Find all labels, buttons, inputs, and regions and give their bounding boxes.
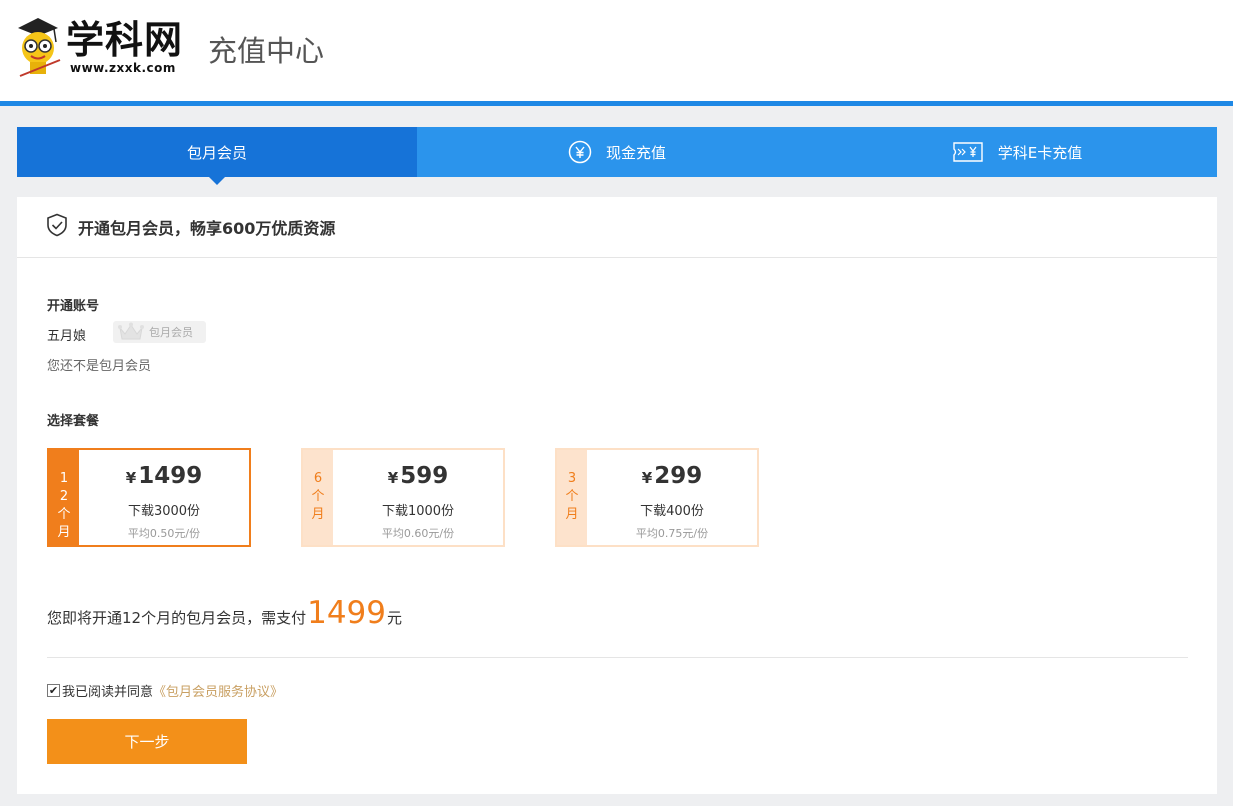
agreement-checkbox[interactable]: ✔ bbox=[47, 684, 60, 697]
tab-ecard-recharge[interactable]: 学科E卡充值 bbox=[817, 127, 1217, 177]
tab-label: 包月会员 bbox=[186, 143, 247, 162]
plan-duration: 6个月 bbox=[303, 450, 333, 545]
summary-suffix: 元 bbox=[387, 609, 403, 627]
tab-bar: 包月会员 现金充值 学科E卡充值 bbox=[17, 127, 1217, 185]
plan-price-value: 1499 bbox=[138, 463, 203, 489]
plan-label: 选择套餐 bbox=[47, 414, 100, 429]
yen-circle-icon bbox=[568, 140, 592, 164]
header-divider-bar bbox=[0, 101, 1233, 106]
plan-price: ¥299 bbox=[587, 463, 757, 489]
plan-downloads: 下载400份 bbox=[640, 504, 704, 519]
plan-price: ¥599 bbox=[333, 463, 503, 489]
summary-prefix: 您即将开通12个月的包月会员，需支付 bbox=[47, 609, 307, 627]
plan-downloads: 下载1000份 bbox=[381, 504, 455, 519]
agreement-row: ✔ 我已阅读并同意 《包月会员服务协议》 bbox=[47, 681, 283, 700]
tab-label: 现金充值 bbox=[605, 143, 666, 162]
plan-average: 平均0.60元/份 bbox=[381, 527, 455, 540]
tab-label: 学科E卡充值 bbox=[997, 143, 1083, 162]
plan-duration-text: 6个月 bbox=[311, 471, 325, 522]
crown-icon bbox=[118, 322, 144, 340]
tab-cash-recharge[interactable]: 现金充值 bbox=[417, 127, 817, 177]
divider bbox=[47, 657, 1188, 658]
payment-summary: 您即将开通12个月的包月会员，需支付 1499 元 bbox=[47, 595, 402, 631]
panel-header: 开通包月会员，畅享600万优质资源 bbox=[17, 197, 1217, 258]
currency-symbol: ¥ bbox=[387, 469, 399, 487]
site-logo[interactable]: 学科网 www.zxxk.com bbox=[14, 16, 184, 80]
currency-symbol: ¥ bbox=[125, 469, 137, 487]
card-icon bbox=[952, 141, 984, 163]
membership-panel: 开通包月会员，畅享600万优质资源 开通账号 五月娘 包月会员 您还不是包月会员… bbox=[17, 197, 1217, 794]
agreement-text: 我已阅读并同意 bbox=[62, 685, 154, 700]
logo-url: www.zxxk.com bbox=[70, 61, 176, 75]
agreement-link[interactable]: 《包月会员服务协议》 bbox=[153, 681, 283, 700]
page-title: 充值中心 bbox=[208, 34, 325, 68]
currency-symbol: ¥ bbox=[641, 469, 653, 487]
plan-duration-text: 12个月 bbox=[57, 471, 71, 540]
plan-average: 平均0.75元/份 bbox=[635, 527, 709, 540]
plan-downloads: 下载3000份 bbox=[127, 504, 201, 519]
plan-duration: 12个月 bbox=[49, 450, 79, 545]
panel-heading: 开通包月会员，畅享600万优质资源 bbox=[78, 219, 336, 238]
shield-check-icon bbox=[46, 213, 68, 241]
plan-duration-text: 3个月 bbox=[565, 471, 579, 522]
next-step-button[interactable]: 下一步 bbox=[47, 719, 247, 764]
plan-price-value: 299 bbox=[654, 463, 703, 489]
account-label: 开通账号 bbox=[47, 299, 100, 314]
summary-amount: 1499 bbox=[307, 595, 386, 631]
plan-price-value: 599 bbox=[400, 463, 449, 489]
plan-price: ¥1499 bbox=[79, 463, 249, 489]
page-header: 学科网 www.zxxk.com 充值中心 bbox=[0, 0, 1233, 101]
account-name: 五月娘 bbox=[47, 329, 87, 344]
membership-status: 您还不是包月会员 bbox=[47, 359, 152, 374]
plan-average: 平均0.50元/份 bbox=[127, 527, 201, 540]
membership-badge: 包月会员 bbox=[113, 321, 206, 343]
logo-text: 学科网 bbox=[66, 18, 184, 62]
badge-label: 包月会员 bbox=[149, 326, 193, 339]
plan-option-6-months[interactable]: 6个月 ¥599 下载1000份 平均0.60元/份 bbox=[301, 448, 505, 547]
plan-option-3-months[interactable]: 3个月 ¥299 下载400份 平均0.75元/份 bbox=[555, 448, 759, 547]
mascot-logo-icon bbox=[18, 18, 61, 77]
plan-option-12-months[interactable]: 12个月 ¥1499 下载3000份 平均0.50元/份 bbox=[47, 448, 251, 547]
tab-monthly-membership[interactable]: 包月会员 bbox=[17, 127, 417, 185]
plan-duration: 3个月 bbox=[557, 450, 587, 545]
